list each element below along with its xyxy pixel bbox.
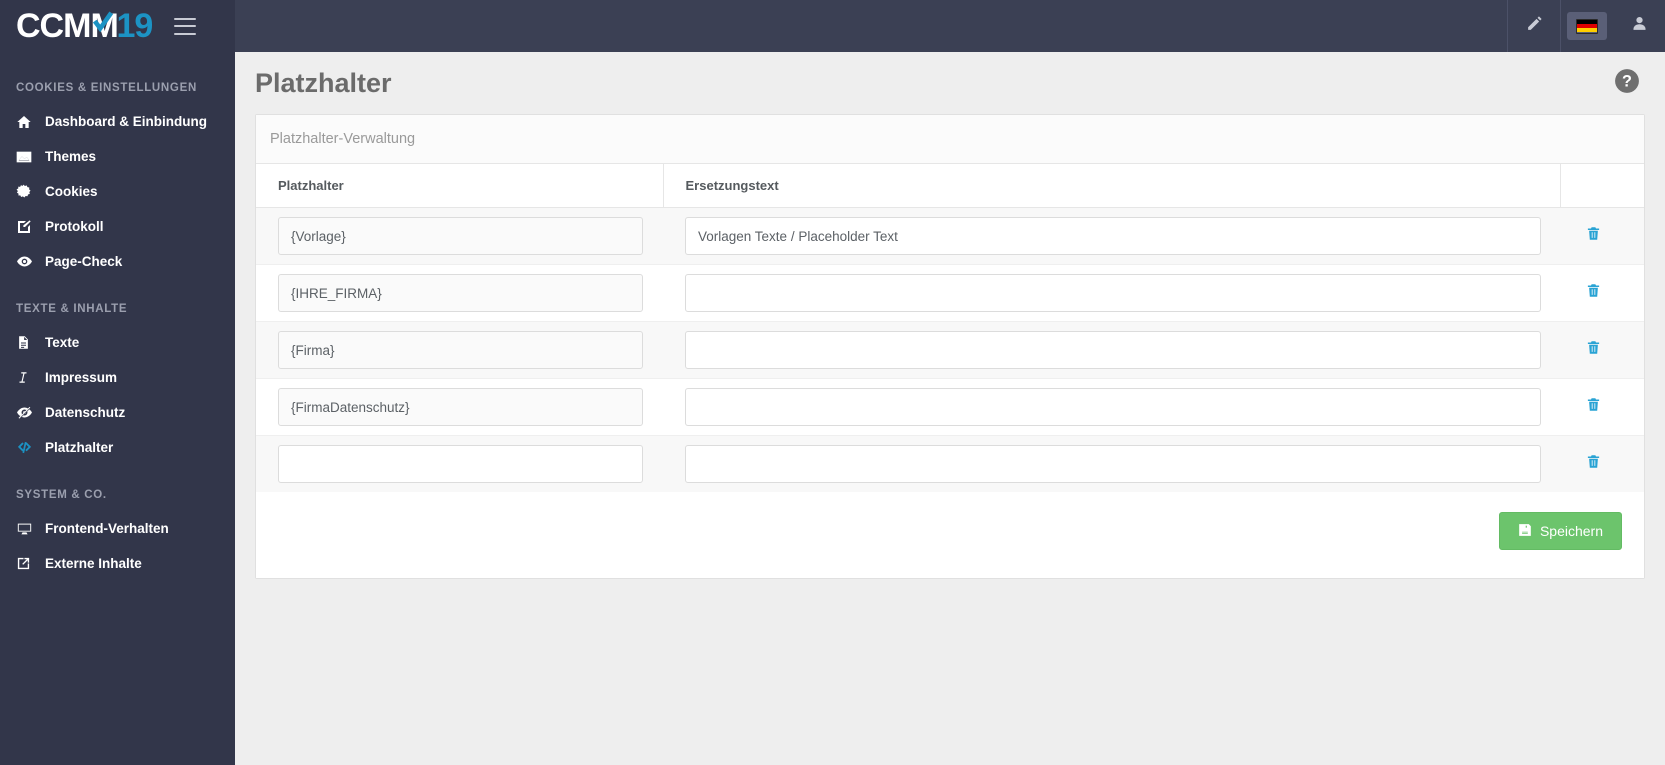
app-root: CCM M 19 COOKIES & EINSTELLUNGEN Dashboard…: [0, 0, 1665, 765]
sidebar-item-label: Protokoll: [45, 219, 104, 234]
sidebar-item-themes[interactable]: Themes: [0, 139, 235, 174]
logo-text-ccm: CCM: [16, 7, 91, 45]
sidebar-nav: COOKIES & EINSTELLUNGEN Dashboard & Einb…: [0, 52, 235, 581]
placeholder-input[interactable]: [278, 388, 643, 426]
sidebar-item-externe-inhalte[interactable]: Externe Inhalte: [0, 546, 235, 581]
sidebar-item-label: Texte: [45, 335, 80, 350]
placeholder-table: Platzhalter Ersetzungstext: [256, 164, 1644, 492]
eye-slash-icon: [16, 405, 40, 421]
table-row: [256, 378, 1644, 436]
user-icon: [1631, 15, 1648, 37]
trash-icon[interactable]: [1586, 396, 1601, 413]
sidebar-item-frontend-verhalten[interactable]: Frontend-Verhalten: [0, 511, 235, 546]
table-row: [256, 207, 1644, 265]
table-head: Platzhalter Ersetzungstext: [256, 164, 1644, 208]
placeholder-input[interactable]: [278, 445, 643, 483]
replacement-input[interactable]: [685, 217, 1541, 255]
table-row: [256, 435, 1644, 492]
table-header-row: Platzhalter Ersetzungstext: [256, 164, 1644, 208]
pencil-icon: [1526, 15, 1543, 37]
trash-icon[interactable]: [1586, 282, 1601, 299]
ccm19-logo[interactable]: CCM M 19: [16, 7, 153, 45]
column-header-actions: [1560, 164, 1644, 208]
edit-mode-button[interactable]: [1508, 0, 1560, 52]
page-header: Platzhalter ?: [235, 52, 1665, 114]
table-body: [256, 207, 1644, 492]
home-icon: [16, 114, 40, 130]
sidebar-item-label: Themes: [45, 149, 97, 164]
table-row: [256, 264, 1644, 322]
replacement-input[interactable]: [685, 388, 1541, 426]
logo-m-check: M: [90, 9, 118, 43]
sidebar-item-label: Impressum: [45, 370, 118, 385]
sidebar-section-system-title: SYSTEM & CO.: [16, 489, 107, 501]
sidebar-section-cookies-title: COOKIES & EINSTELLUNGEN: [16, 82, 197, 94]
sidebar-item-impressum[interactable]: Impressum: [0, 360, 235, 395]
code-icon: [16, 440, 40, 456]
german-flag-icon: [1576, 18, 1598, 34]
save-button[interactable]: Speichern: [1498, 512, 1622, 550]
image-icon: [16, 149, 40, 165]
content-area: Platzhalter-Verwaltung Platzhalter Erset…: [235, 114, 1665, 579]
placeholder-input[interactable]: [278, 331, 643, 369]
floppy-save-icon: [1518, 523, 1532, 540]
checkmark-icon: [93, 11, 114, 33]
sidebar-item-label: Platzhalter: [45, 440, 114, 455]
main-area: Platzhalter ? Platzhalter-Verwaltung Pla…: [235, 0, 1665, 765]
replacement-input[interactable]: [685, 274, 1541, 312]
card-header-title: Platzhalter-Verwaltung: [256, 115, 1644, 164]
sidebar-item-datenschutz[interactable]: Datenschutz: [0, 395, 235, 430]
sidebar-item-protokoll[interactable]: Protokoll: [0, 209, 235, 244]
sidebar-item-label: Dashboard & Einbindung: [45, 114, 207, 129]
question-circle-icon[interactable]: ?: [1614, 68, 1640, 99]
placeholder-input[interactable]: [278, 217, 643, 255]
sidebar-item-dashboard[interactable]: Dashboard & Einbindung: [0, 104, 235, 139]
trash-icon[interactable]: [1586, 339, 1601, 356]
edit-square-icon: [16, 219, 40, 235]
language-selector-button[interactable]: [1567, 12, 1607, 40]
user-menu-button[interactable]: [1613, 0, 1665, 52]
topbar-divider-2: [1560, 0, 1561, 52]
sidebar-item-label: Datenschutz: [45, 405, 126, 420]
sidebar-item-cookies[interactable]: Cookies: [0, 174, 235, 209]
cookie-icon: [16, 184, 40, 200]
column-header-replacement: Ersetzungstext: [662, 164, 1561, 208]
page-title: Platzhalter: [255, 67, 392, 98]
sidebar-item-page-check[interactable]: Page-Check: [0, 244, 235, 279]
replacement-input[interactable]: [685, 331, 1541, 369]
brand-bar: CCM M 19: [0, 0, 235, 52]
table-row: [256, 321, 1644, 379]
placeholder-card: Platzhalter-Verwaltung Platzhalter Erset…: [255, 114, 1645, 579]
trash-icon[interactable]: [1586, 453, 1601, 470]
sidebar-item-label: Page-Check: [45, 254, 123, 269]
desktop-icon: [16, 521, 40, 537]
sidebar-item-platzhalter[interactable]: Platzhalter: [0, 430, 235, 465]
hamburger-menu-icon[interactable]: [174, 17, 197, 35]
sidebar-item-label: Externe Inhalte: [45, 556, 142, 571]
italic-icon: [16, 370, 40, 386]
trash-icon[interactable]: [1586, 225, 1601, 242]
save-button-label: Speichern: [1539, 523, 1603, 539]
svg-text:?: ?: [1622, 72, 1632, 90]
placeholder-input[interactable]: [278, 274, 643, 312]
document-icon: [16, 335, 40, 351]
column-header-placeholder: Platzhalter: [256, 164, 663, 208]
eye-icon: [16, 254, 40, 270]
sidebar-item-label: Cookies: [45, 184, 98, 199]
sidebar-item-label: Frontend-Verhalten: [45, 521, 169, 536]
external-link-icon: [16, 556, 40, 572]
logo-text-19: 19: [116, 7, 153, 45]
card-footer: Speichern: [256, 492, 1644, 578]
sidebar-item-texte[interactable]: Texte: [0, 325, 235, 360]
sidebar-section-texte-title: TEXTE & INHALTE: [16, 303, 128, 315]
sidebar: CCM M 19 COOKIES & EINSTELLUNGEN Dashboard…: [0, 0, 235, 765]
replacement-input[interactable]: [685, 445, 1541, 483]
top-bar: [235, 0, 1665, 52]
